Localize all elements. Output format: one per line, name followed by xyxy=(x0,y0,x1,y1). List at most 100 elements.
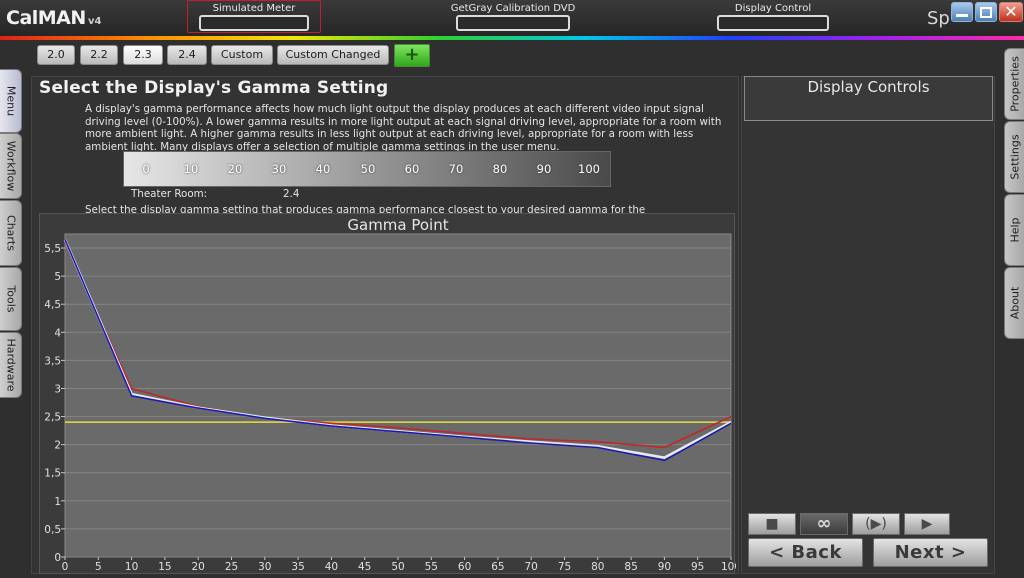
plus-icon: + xyxy=(404,44,420,65)
stop-icon: ■ xyxy=(765,516,779,532)
scale-number: 10 xyxy=(183,162,199,176)
x-tick-label: 90 xyxy=(658,561,671,573)
app-version: v4 xyxy=(88,16,102,27)
x-tick-label: 50 xyxy=(391,561,404,573)
meter-selector[interactable]: Simulated Meter xyxy=(189,2,319,31)
description-text: A display's gamma performance affects ho… xyxy=(85,103,722,153)
source-field[interactable] xyxy=(456,15,570,31)
x-tick-label: 70 xyxy=(525,561,538,573)
x-tick-label: 40 xyxy=(325,561,338,573)
gamma-scale-bar: 0 10 20 30 40 50 60 70 80 90 100 xyxy=(123,151,611,187)
back-button[interactable]: < Back xyxy=(748,538,863,567)
tab-hardware-label: Hardware xyxy=(4,338,17,392)
y-tick-label: 2 xyxy=(54,440,61,452)
scale-number: 50 xyxy=(360,162,376,176)
y-tick-label: 4 xyxy=(54,327,61,339)
tab-properties-label: Properties xyxy=(1008,56,1021,112)
page-title: Select the Display's Gamma Setting xyxy=(39,78,389,98)
stop-button[interactable]: ■ xyxy=(748,513,796,535)
tab-menu-label: Menu xyxy=(4,85,17,117)
scale-number: 20 xyxy=(227,162,243,176)
tab-help[interactable]: Help xyxy=(1004,194,1024,266)
x-tick-label: 45 xyxy=(358,561,371,573)
tab-properties[interactable]: Properties xyxy=(1004,48,1024,120)
play-icon: ▶ xyxy=(921,516,933,532)
tab-settings[interactable]: Settings xyxy=(1004,121,1024,193)
calman-window: CalMAN v4 Simulated Meter GetGray Calibr… xyxy=(0,0,1024,578)
add-preset-button[interactable]: + xyxy=(394,44,430,67)
theater-room-label: Theater Room: xyxy=(131,188,208,200)
tab-tools-label: Tools xyxy=(4,285,17,313)
display-selector[interactable]: Display Control xyxy=(713,2,833,31)
tab-charts[interactable]: Charts xyxy=(0,200,22,266)
tab-settings-label: Settings xyxy=(1008,134,1021,180)
x-tick-label: 100 xyxy=(721,561,736,573)
preset-custom[interactable]: Custom xyxy=(211,45,273,65)
display-controls-title: Display Controls xyxy=(807,78,930,96)
x-tick-label: 30 xyxy=(258,561,271,573)
scale-number: 40 xyxy=(315,162,331,176)
x-tick-label: 85 xyxy=(624,561,637,573)
tab-menu[interactable]: Menu xyxy=(0,69,22,133)
scale-number: 70 xyxy=(448,162,464,176)
minimize-button[interactable] xyxy=(951,2,973,22)
play-repeat-button[interactable]: (▶) xyxy=(852,513,900,535)
tab-tools[interactable]: Tools xyxy=(0,267,22,331)
y-tick-label: 3 xyxy=(54,383,61,395)
preset-custom-changed[interactable]: Custom Changed xyxy=(277,45,389,65)
y-tick-label: 4,5 xyxy=(44,299,61,311)
theater-room-value: 2.4 xyxy=(283,188,300,200)
y-tick-label: 0,5 xyxy=(44,524,61,536)
preset-2-3[interactable]: 2.3 xyxy=(123,45,163,65)
close-button[interactable]: ✕ xyxy=(999,2,1023,22)
x-tick-label: 35 xyxy=(291,561,304,573)
x-tick-label: 10 xyxy=(125,561,138,573)
loop-icon: ∞ xyxy=(816,513,832,534)
tab-about[interactable]: About xyxy=(1004,267,1024,339)
plot-area xyxy=(64,233,732,558)
y-tick-label: 5 xyxy=(54,271,61,283)
x-tick-label: 15 xyxy=(158,561,171,573)
maximize-icon xyxy=(980,7,992,18)
gamma-chart-svg: Gamma Point 0 0,5 1 1,5 2 2,5 3 3,5 4 4,5 5 5,5 0 5 10 1… xyxy=(44,216,736,573)
scale-number: 100 xyxy=(578,162,600,176)
display-label: Display Control xyxy=(734,3,812,14)
source-label: GetGray Calibration DVD xyxy=(450,3,576,14)
tab-charts-label: Charts xyxy=(4,215,17,251)
tab-hardware[interactable]: Hardware xyxy=(0,332,22,398)
scale-number: 80 xyxy=(492,162,508,176)
y-tick-label: 1 xyxy=(54,496,61,508)
preset-2-2[interactable]: 2.2 xyxy=(80,45,118,65)
preset-2-4[interactable]: 2.4 xyxy=(167,45,207,65)
meter-label: Simulated Meter xyxy=(212,3,296,14)
x-tick-label: 95 xyxy=(691,561,704,573)
maximize-button[interactable] xyxy=(975,2,997,22)
scale-number: 0 xyxy=(142,162,150,176)
x-tick-label: 75 xyxy=(558,561,571,573)
tab-about-label: About xyxy=(1008,286,1021,320)
brand-partial: Sp xyxy=(927,8,950,29)
scale-number: 30 xyxy=(271,162,287,176)
x-tick-label: 25 xyxy=(225,561,238,573)
play-button[interactable]: ▶ xyxy=(904,513,950,535)
minimize-icon xyxy=(956,14,968,17)
chart-title: Gamma Point xyxy=(347,216,448,234)
side-panel xyxy=(741,76,995,574)
loop-button[interactable]: ∞ xyxy=(800,513,848,535)
preset-2-0[interactable]: 2.0 xyxy=(37,45,75,65)
scale-number: 60 xyxy=(404,162,420,176)
meter-field[interactable] xyxy=(199,15,309,31)
y-tick-label: 1,5 xyxy=(44,468,61,480)
next-button[interactable]: Next > xyxy=(873,538,988,567)
y-tick-label: 0 xyxy=(54,552,61,564)
x-tick-label: 20 xyxy=(192,561,205,573)
tab-workflow[interactable]: Workflow xyxy=(0,133,22,199)
scale-number: 90 xyxy=(536,162,552,176)
gamma-chart: Gamma Point 0 0,5 1 1,5 2 2,5 3 3,5 4 4,5 5 5,5 0 5 10 1… xyxy=(39,213,736,574)
x-tick-label: 55 xyxy=(425,561,438,573)
y-tick-label: 5,5 xyxy=(44,243,61,255)
display-field[interactable] xyxy=(717,15,829,31)
source-selector[interactable]: GetGray Calibration DVD xyxy=(447,2,579,31)
tab-workflow-label: Workflow xyxy=(4,140,17,192)
play-repeat-icon: (▶) xyxy=(865,516,887,532)
